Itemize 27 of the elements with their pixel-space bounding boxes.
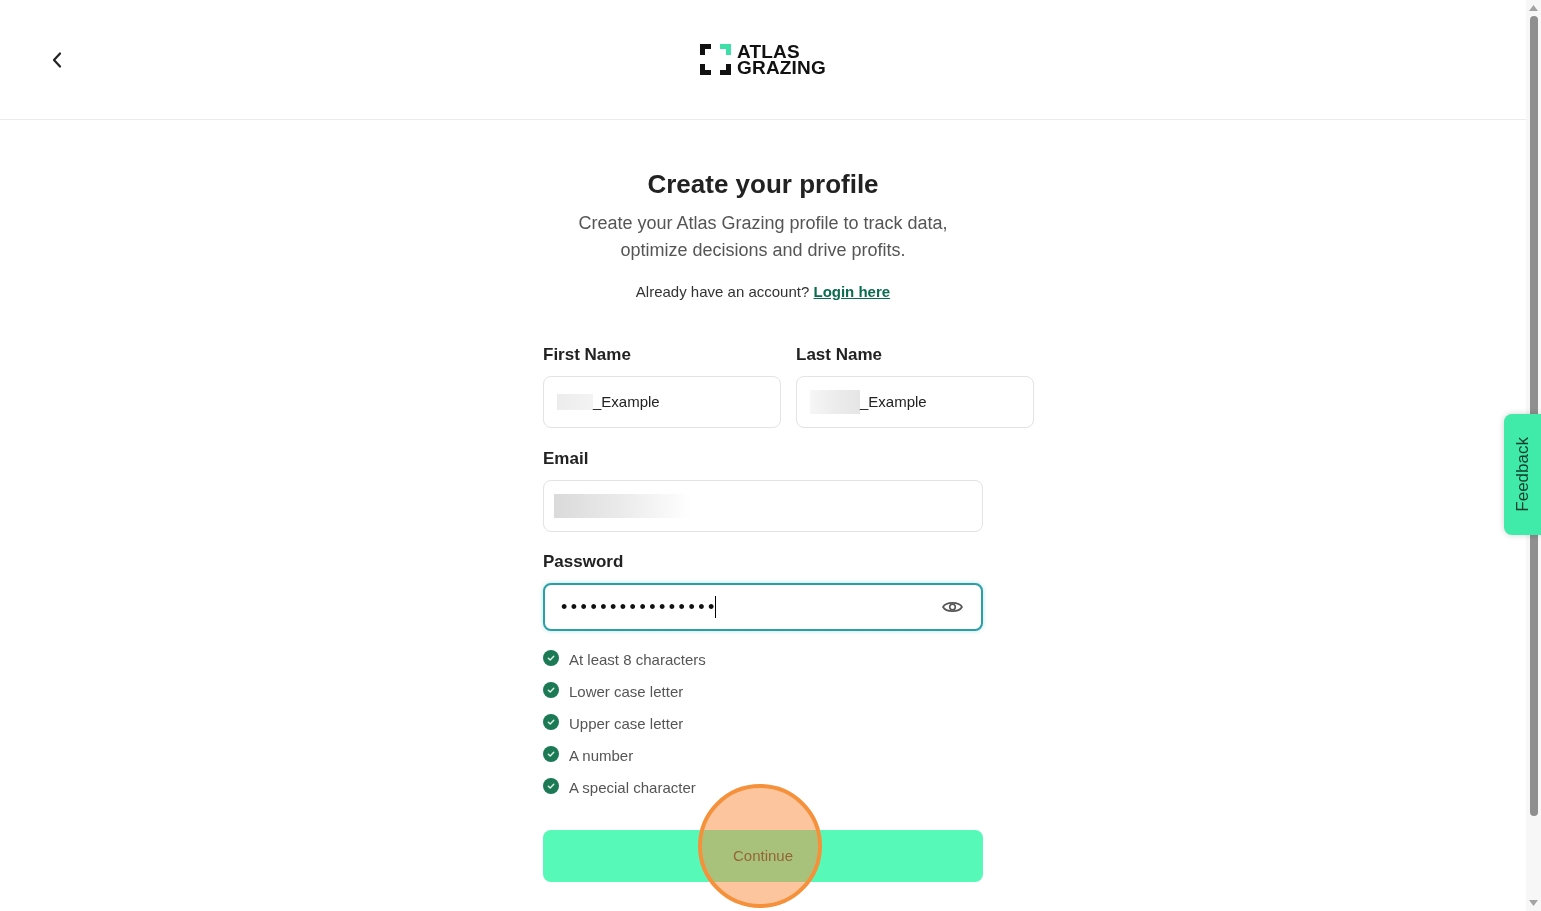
requirement-text: At least 8 characters <box>569 649 706 670</box>
field-label: Last Name <box>796 344 883 366</box>
login-link[interactable]: Login here <box>813 283 891 300</box>
logo[interactable]: ATLAS GRAZING <box>700 43 826 76</box>
first-name-field[interactable]: _Example <box>543 376 781 428</box>
last-name-field[interactable]: _Example <box>796 376 1034 428</box>
email-field[interactable] <box>543 480 983 532</box>
scroll-down-arrow-icon <box>1529 900 1538 906</box>
field-label: Password <box>543 551 625 573</box>
requirement-text: Lower case letter <box>569 681 684 702</box>
field-label: Email <box>543 448 590 470</box>
text-cursor <box>714 596 716 618</box>
feedback-tab[interactable]: Feedback <box>1504 414 1541 535</box>
requirement-text: A number <box>569 745 634 766</box>
login-prompt: Already have an account? Login here <box>635 282 891 302</box>
scroll-up-arrow-icon <box>1529 5 1538 11</box>
logo-text: ATLAS <box>737 43 800 60</box>
chevron-left-icon <box>52 51 62 68</box>
page-title: Create your profile <box>647 168 879 200</box>
field-label: First Name <box>543 344 632 366</box>
eye-icon[interactable] <box>942 600 963 614</box>
requirement-text: Upper case letter <box>569 713 684 734</box>
page-subtitle: Create your Atlas Grazing profile to track data, optimize decisions and drive profits. <box>577 212 949 262</box>
requirement-text: A special character <box>569 777 696 798</box>
logo-text: GRAZING <box>737 59 826 76</box>
logo-bracket-icon <box>700 44 731 75</box>
password-field[interactable]: •••••••••••••••• <box>543 583 983 631</box>
